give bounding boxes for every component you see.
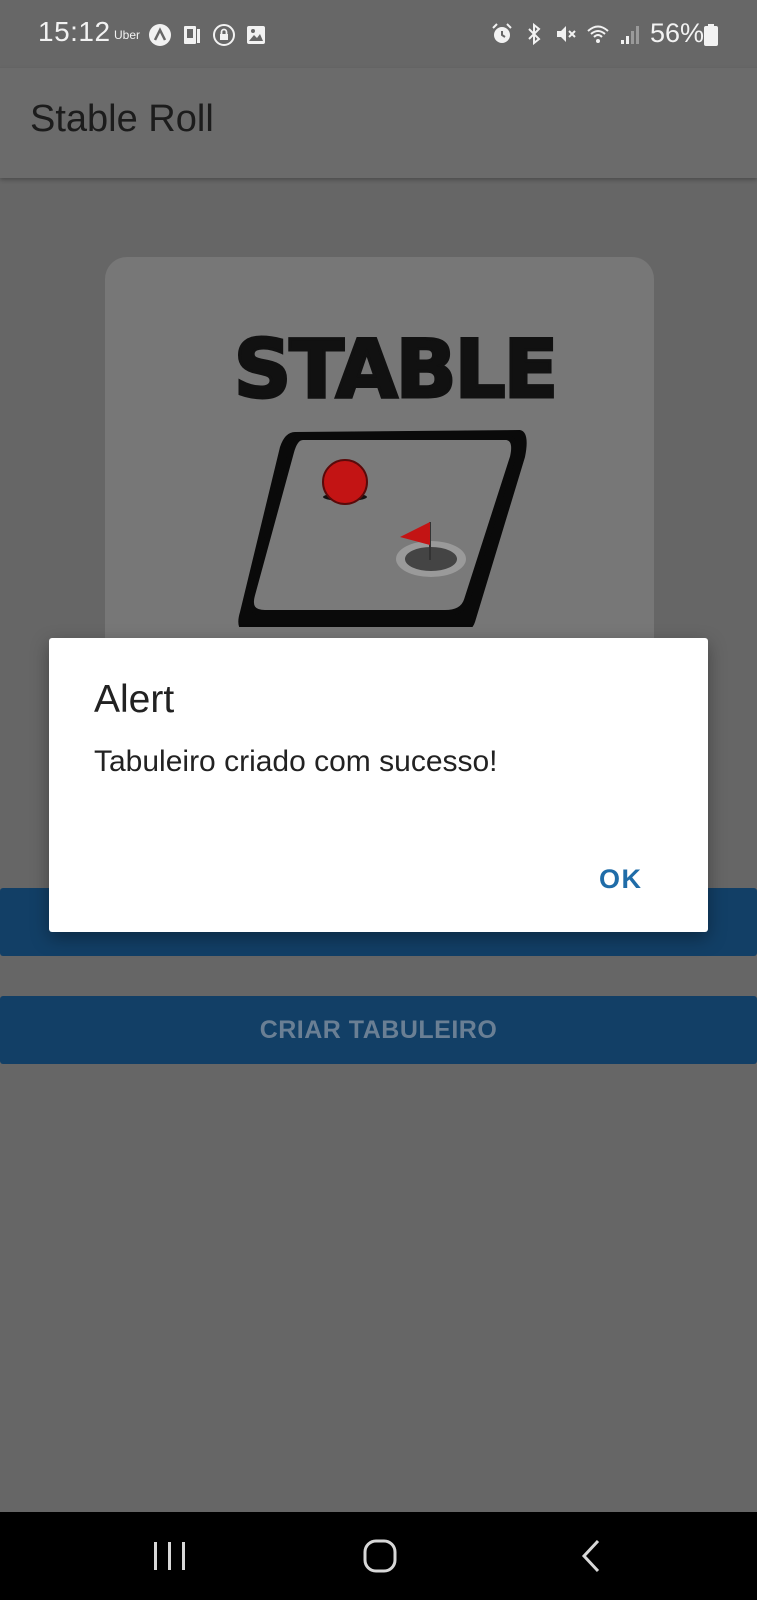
back-icon[interactable] — [562, 1532, 622, 1580]
app-bar: Stable Roll — [0, 68, 757, 178]
alert-dialog: Alert Tabuleiro criado com sucesso! OK — [49, 638, 708, 932]
image-icon — [247, 26, 265, 44]
wifi-icon — [587, 25, 609, 43]
notification-icons — [148, 22, 268, 48]
uber-notification-label: Uber — [114, 28, 141, 42]
stable-roll-logo: STABLE — [235, 322, 555, 627]
mute-icon — [557, 26, 576, 42]
signal-icon — [621, 26, 639, 44]
lock-app-icon — [213, 24, 235, 46]
logo-text: STABLE — [235, 323, 555, 416]
status-bar: 15:12 Uber 56% — [0, 0, 757, 68]
battery-percent: 56% — [650, 18, 705, 48]
logo-card: STABLE — [105, 257, 654, 677]
red-ball-icon — [322, 459, 368, 505]
navigation-bar — [0, 1512, 757, 1600]
recents-icon[interactable] — [140, 1532, 200, 1580]
phone-icon — [184, 26, 200, 44]
battery-icon — [704, 24, 718, 46]
system-status-icons — [490, 21, 642, 47]
app-title: Stable Roll — [30, 98, 214, 140]
assistant-icon — [149, 24, 171, 46]
bluetooth-icon — [528, 22, 541, 46]
alarm-icon — [492, 23, 512, 43]
status-time: 15:12 — [38, 16, 111, 47]
ok-button[interactable]: OK — [599, 864, 643, 895]
dialog-message: Tabuleiro criado com sucesso! — [94, 745, 498, 778]
home-icon[interactable] — [350, 1532, 410, 1580]
criar-tabuleiro-button[interactable]: CRIAR TABULEIRO — [0, 996, 757, 1064]
dialog-title: Alert — [94, 678, 175, 721]
